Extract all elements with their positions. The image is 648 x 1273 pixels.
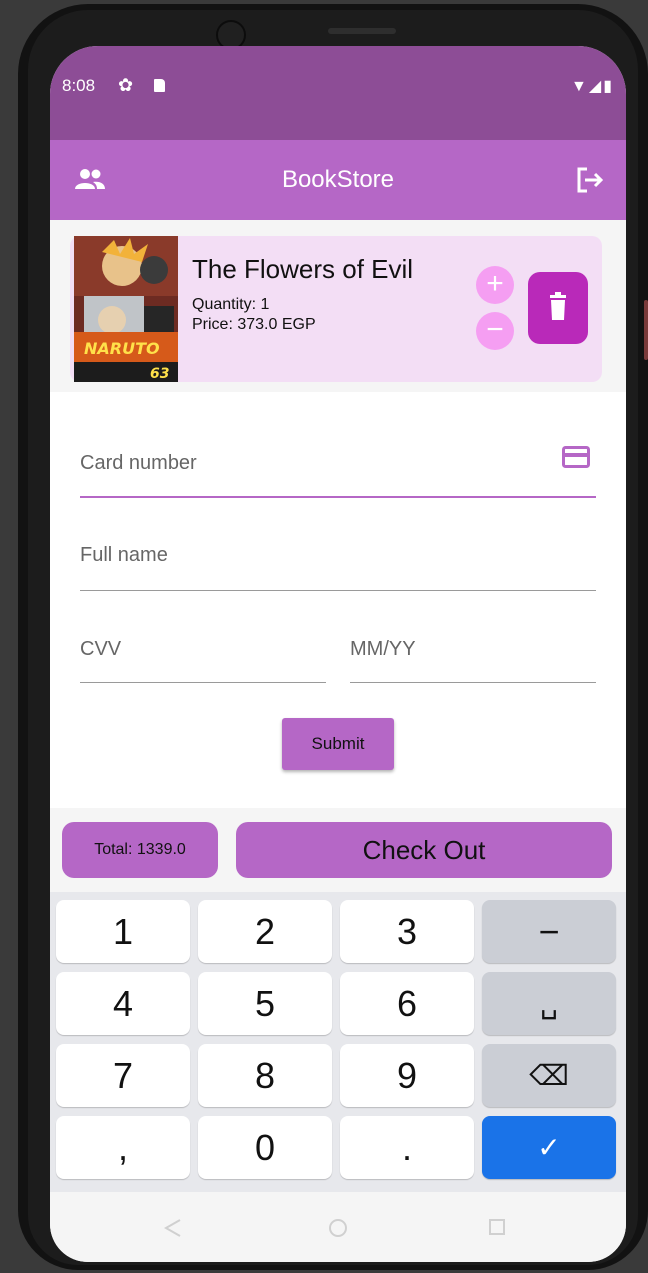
logout-icon[interactable] <box>572 162 608 198</box>
wifi-icon: ▼ <box>571 78 589 95</box>
key-0[interactable]: 0 <box>198 1116 332 1179</box>
credit-card-icon <box>562 446 590 468</box>
key-5[interactable]: 5 <box>198 972 332 1035</box>
key-done[interactable]: ✓ <box>482 1116 616 1179</box>
status-bar: 8:08 ✿ ▼◢▮ <box>50 46 626 140</box>
cover-volume-art: 63 <box>150 366 169 382</box>
status-time: 8:08 <box>62 76 96 95</box>
book-price: Price: 373.0 EGP <box>192 316 316 333</box>
app-bar: BookStore <box>50 140 626 220</box>
decrease-quantity-button[interactable]: − <box>476 312 514 350</box>
key-period[interactable]: . <box>340 1116 474 1179</box>
total-badge: Total: 1339.0 <box>62 822 218 878</box>
key-2[interactable]: 2 <box>198 900 332 963</box>
settings-icon: ✿ <box>118 75 134 95</box>
key-6[interactable]: 6 <box>340 972 474 1035</box>
app-title: BookStore <box>281 166 395 193</box>
payment-form: Card number Full name CVV MM/YY Submit <box>50 392 626 808</box>
cvv-field[interactable]: CVV <box>80 638 121 661</box>
key-space[interactable]: ␣ <box>482 972 616 1035</box>
nav-buttons <box>163 1219 505 1237</box>
full-name-field[interactable]: Full name <box>80 544 168 567</box>
status-icons: ▼◢▮ <box>571 76 614 96</box>
key-backspace[interactable]: ⌫ <box>482 1044 616 1107</box>
expiry-underline <box>350 682 596 683</box>
submit-button[interactable]: Submit <box>282 718 394 770</box>
card-number-field[interactable]: Card number <box>80 452 197 475</box>
sd-card-icon <box>154 79 165 92</box>
increase-quantity-button[interactable]: + <box>476 266 514 304</box>
numeric-keyboard: 1 2 3 − 4 5 6 ␣ 7 8 9 ⌫ , 0 . ✓ <box>50 892 626 1192</box>
full-name-underline <box>80 590 596 591</box>
delete-item-button[interactable] <box>528 272 588 344</box>
signal-icon: ◢ <box>588 78 604 95</box>
trash-icon <box>550 292 566 320</box>
key-4[interactable]: 4 <box>56 972 190 1035</box>
key-comma[interactable]: , <box>56 1116 190 1179</box>
key-7[interactable]: 7 <box>56 1044 190 1107</box>
book-title: The Flowers of Evil <box>192 254 414 284</box>
key-9[interactable]: 9 <box>340 1044 474 1107</box>
earpiece-speaker <box>328 28 396 34</box>
cvv-underline <box>80 682 326 683</box>
key-1[interactable]: 1 <box>56 900 190 963</box>
key-3[interactable]: 3 <box>340 900 474 963</box>
side-button <box>644 300 648 360</box>
cart-item-card: NARUTO 63 The Flowers of Evil Quantity: … <box>70 236 602 382</box>
key-minus[interactable]: − <box>482 900 616 963</box>
book-cover-image: NARUTO 63 <box>74 236 178 382</box>
cover-title-art: NARUTO <box>84 339 160 358</box>
home-nav-icon[interactable] <box>329 1219 347 1237</box>
back-nav-icon[interactable] <box>163 1219 181 1237</box>
battery-icon: ▮ <box>603 78 614 95</box>
card-number-underline <box>80 496 596 498</box>
book-quantity: Quantity: 1 <box>192 296 270 313</box>
phone-screen: 8:08 ✿ ▼◢▮ BookStore NARUTO 63 The Flowe… <box>50 46 626 1262</box>
system-nav-bar <box>50 1192 626 1262</box>
checkout-button[interactable]: Check Out <box>236 822 612 878</box>
expiry-field[interactable]: MM/YY <box>350 638 416 661</box>
key-8[interactable]: 8 <box>198 1044 332 1107</box>
recents-nav-icon[interactable] <box>489 1219 505 1235</box>
